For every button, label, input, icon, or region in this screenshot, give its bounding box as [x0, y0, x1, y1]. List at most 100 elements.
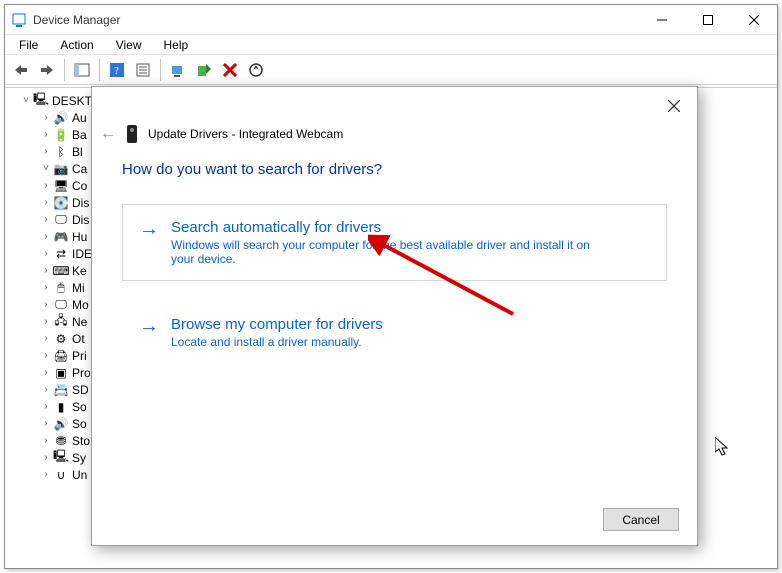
tree-root-label: DESKT	[52, 94, 92, 108]
device-category-icon: ⇄	[53, 246, 69, 262]
enable-device-button[interactable]	[192, 58, 216, 82]
device-icon	[124, 123, 140, 145]
device-category-icon: 🖧	[53, 314, 69, 330]
nav-back-button[interactable]	[9, 58, 33, 82]
device-category-icon: 🖱	[53, 280, 69, 296]
tree-item-label: So	[72, 417, 87, 431]
tree-item-label: Ba	[72, 128, 87, 142]
tree-item-label: Pro	[72, 366, 91, 380]
cancel-button[interactable]: Cancel	[603, 508, 679, 531]
chevron-right-icon[interactable]: ›	[39, 129, 53, 140]
menubar: File Action View Help	[5, 35, 777, 55]
chevron-right-icon[interactable]: ›	[39, 265, 53, 276]
device-category-icon: ▮	[53, 399, 69, 415]
dialog-title: Update Drivers - Integrated Webcam	[148, 127, 343, 141]
tree-item-label: Co	[72, 179, 87, 193]
chevron-right-icon[interactable]: ›	[39, 112, 53, 123]
device-category-icon: 🖵	[53, 212, 69, 228]
device-category-icon: 🖵	[53, 297, 69, 313]
chevron-down-icon[interactable]: ˅	[19, 95, 33, 106]
device-category-icon: 🔋	[53, 127, 69, 143]
chevron-right-icon[interactable]: ›	[39, 418, 53, 429]
tree-item-label: Sy	[72, 451, 86, 465]
chevron-right-icon[interactable]: ›	[39, 367, 53, 378]
minimize-button[interactable]	[639, 5, 685, 35]
nav-forward-button[interactable]	[35, 58, 59, 82]
option-title: Browse my computer for drivers	[171, 316, 383, 333]
option-search-automatically[interactable]: → Search automatically for drivers Windo…	[122, 204, 667, 281]
dialog-header: ← Update Drivers - Integrated Webcam	[92, 87, 697, 131]
tree-item-label: Ot	[72, 332, 85, 346]
tree-item-label: Ne	[72, 315, 87, 329]
chevron-right-icon[interactable]: ›	[39, 146, 53, 157]
tree-item-label: Mi	[72, 281, 85, 295]
chevron-right-icon[interactable]: ›	[39, 299, 53, 310]
device-category-icon: 📇	[53, 382, 69, 398]
uninstall-device-button[interactable]	[218, 58, 242, 82]
tree-item-label: Dis	[72, 213, 89, 227]
chevron-right-icon[interactable]: ›	[39, 452, 53, 463]
arrow-right-icon: →	[137, 316, 161, 349]
chevron-right-icon[interactable]: ›	[39, 316, 53, 327]
chevron-right-icon[interactable]: ›	[39, 231, 53, 242]
arrow-right-icon: →	[137, 219, 161, 266]
device-category-icon: ⌨	[53, 263, 69, 279]
chevron-right-icon[interactable]: ›	[39, 333, 53, 344]
dialog-close-button[interactable]	[657, 93, 691, 119]
chevron-right-icon[interactable]: ›	[39, 401, 53, 412]
update-driver-button[interactable]	[166, 58, 190, 82]
device-category-icon: 📷	[53, 161, 69, 177]
chevron-right-icon[interactable]: ›	[39, 180, 53, 191]
device-category-icon: ⚙	[53, 331, 69, 347]
window-controls	[639, 5, 777, 35]
chevron-right-icon[interactable]: ›	[39, 214, 53, 225]
device-category-icon: 🖨	[53, 348, 69, 364]
chevron-right-icon[interactable]: ›	[39, 282, 53, 293]
close-button[interactable]	[731, 5, 777, 35]
option-browse-computer[interactable]: → Browse my computer for drivers Locate …	[122, 301, 667, 364]
chevron-right-icon[interactable]: ›	[39, 469, 53, 480]
device-category-icon: 🔊	[53, 416, 69, 432]
menu-help[interactable]: Help	[154, 37, 199, 53]
tree-item-label: Dis	[72, 196, 89, 210]
chevron-right-icon[interactable]: ›	[39, 350, 53, 361]
update-drivers-dialog: ← Update Drivers - Integrated Webcam How…	[91, 86, 698, 546]
menu-action[interactable]: Action	[50, 37, 103, 53]
tree-item-label: Au	[72, 111, 87, 125]
option-desc: Locate and install a driver manually.	[171, 335, 383, 349]
app-icon	[11, 12, 27, 28]
help-button[interactable]: ?	[105, 58, 129, 82]
option-title: Search automatically for drivers	[171, 219, 611, 236]
tree-item-label: Hu	[72, 230, 87, 244]
menu-file[interactable]: File	[9, 37, 48, 53]
tree-item-label: Ke	[72, 264, 87, 278]
device-category-icon: ▣	[53, 365, 69, 381]
chevron-down-icon[interactable]: ˅	[39, 163, 53, 174]
window-title: Device Manager	[33, 13, 639, 27]
show-hide-tree-button[interactable]	[70, 58, 94, 82]
chevron-right-icon[interactable]: ›	[39, 248, 53, 259]
chevron-right-icon[interactable]: ›	[39, 197, 53, 208]
tree-item-label: Un	[72, 468, 87, 482]
device-category-icon: 💽	[53, 195, 69, 211]
titlebar[interactable]: Device Manager	[5, 5, 777, 35]
maximize-button[interactable]	[685, 5, 731, 35]
tree-item-label: Pri	[72, 349, 87, 363]
chevron-right-icon[interactable]: ›	[39, 384, 53, 395]
device-category-icon: ∪	[53, 467, 69, 483]
device-category-icon: 🖳	[53, 450, 69, 466]
tree-item-label: IDE	[72, 247, 92, 261]
tree-item-label: Ca	[72, 162, 87, 176]
chevron-right-icon[interactable]: ›	[39, 435, 53, 446]
back-arrow-icon: ←	[100, 125, 116, 143]
menu-view[interactable]: View	[106, 37, 152, 53]
properties-button[interactable]	[131, 58, 155, 82]
scan-hardware-button[interactable]	[244, 58, 268, 82]
device-category-icon: ᛒ	[53, 144, 69, 160]
svg-text:?: ?	[114, 65, 119, 77]
device-category-icon: 🔊	[53, 110, 69, 126]
tree-item-label: Sto	[72, 434, 90, 448]
option-desc: Windows will search your computer for th…	[171, 238, 611, 266]
device-category-icon: 🖥	[53, 178, 69, 194]
tree-item-label: Mo	[72, 298, 89, 312]
